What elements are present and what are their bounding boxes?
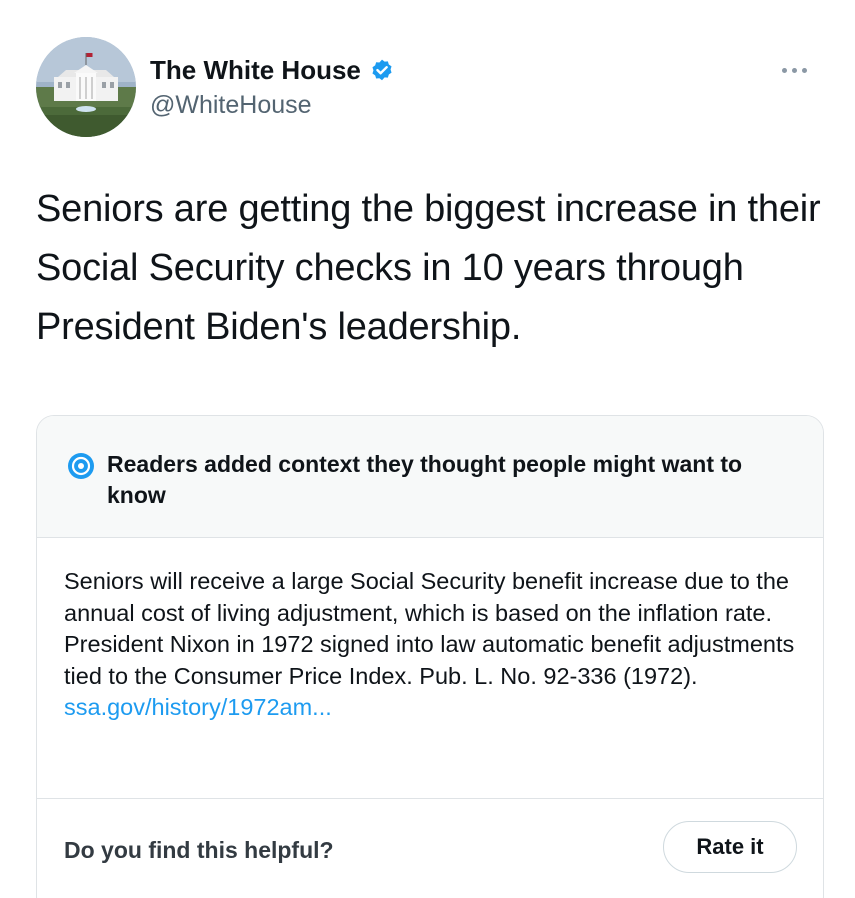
- note-source-link[interactable]: ssa.gov/history/1972am...: [64, 692, 804, 724]
- author-name-row[interactable]: The White House: [150, 55, 395, 86]
- note-title: Readers added context they thought peopl…: [107, 451, 743, 508]
- display-name[interactable]: The White House: [150, 55, 361, 86]
- rate-it-button[interactable]: Rate it: [663, 821, 797, 873]
- user-handle[interactable]: @WhiteHouse: [150, 91, 312, 120]
- more-options-icon[interactable]: [782, 62, 822, 78]
- community-note-card: Readers added context they thought peopl…: [36, 415, 824, 898]
- tweet-text: Seniors are getting the biggest increase…: [36, 188, 821, 348]
- helpful-question: Do you find this helpful?: [64, 837, 334, 863]
- white-house-avatar[interactable]: [36, 37, 136, 137]
- more-dot: [802, 67, 807, 73]
- tweet-page: The White House @WhiteHouse Seniors are …: [0, 0, 855, 898]
- community-notes-icon: [67, 452, 95, 480]
- more-dot: [782, 67, 787, 73]
- note-body: Seniors will receive a large Social Secu…: [64, 566, 804, 724]
- verified-badge-icon: [369, 58, 395, 84]
- note-body-text: Seniors will receive a large Social Secu…: [64, 568, 795, 689]
- note-header: Readers added context they thought peopl…: [37, 416, 823, 538]
- note-footer: Do you find this helpful? Rate it: [37, 798, 823, 898]
- more-dot: [792, 67, 797, 73]
